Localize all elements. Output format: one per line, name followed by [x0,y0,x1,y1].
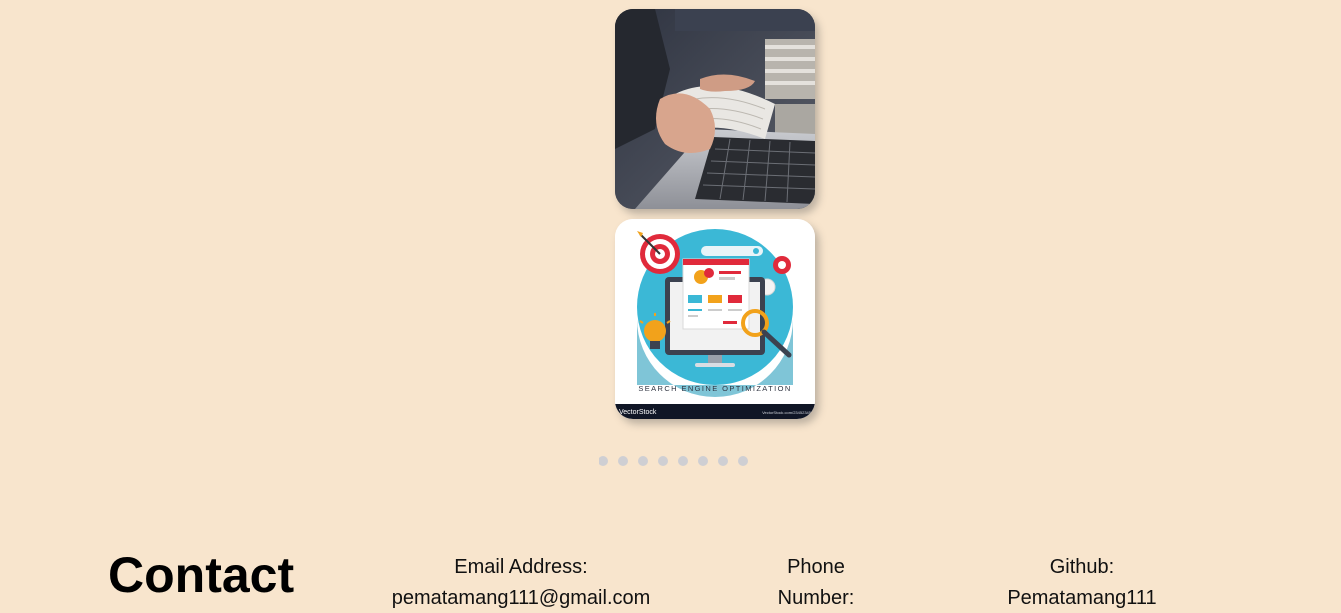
carousel-dot-2[interactable] [618,456,628,466]
page: SEARCH ENGINE OPTIMIZATION VectorStock V… [0,0,1341,613]
carousel-dot-4[interactable] [658,456,668,466]
email-block: Email Address: pematamang111@gmail.com [381,552,661,613]
contact-heading: Contact [108,547,295,603]
laptop-reading-photo [615,9,815,209]
email-value[interactable]: pematamang111@gmail.com [381,583,661,613]
github-value[interactable]: Pematamang111 [992,583,1172,613]
carousel-dot-5[interactable] [678,456,688,466]
laptop-reading-image[interactable] [615,9,815,209]
phone-label-line1: Phone [787,556,845,578]
github-label: Github: [1049,556,1115,578]
phone-block: Phone Number: [766,552,866,613]
carousel-dot-3[interactable] [638,456,648,466]
watermark-right: VectorStock.com/23452345 [762,410,812,415]
carousel-dot-1[interactable] [599,456,608,466]
phone-label-line2: Number: [777,587,855,609]
github-block: Github: Pematamang111 [992,552,1172,613]
seo-caption: SEARCH ENGINE OPTIMIZATION [638,384,791,393]
watermark-left: VectorStock [619,409,657,416]
carousel-dot-7[interactable] [718,456,728,466]
carousel-dot-6[interactable] [698,456,708,466]
carousel-dot-8[interactable] [738,456,748,466]
seo-illustration: SEARCH ENGINE OPTIMIZATION VectorStock V… [615,219,815,419]
email-label: Email Address: [454,556,588,578]
seo-image[interactable]: SEARCH ENGINE OPTIMIZATION VectorStock V… [615,219,815,419]
carousel-pagination [598,456,748,466]
